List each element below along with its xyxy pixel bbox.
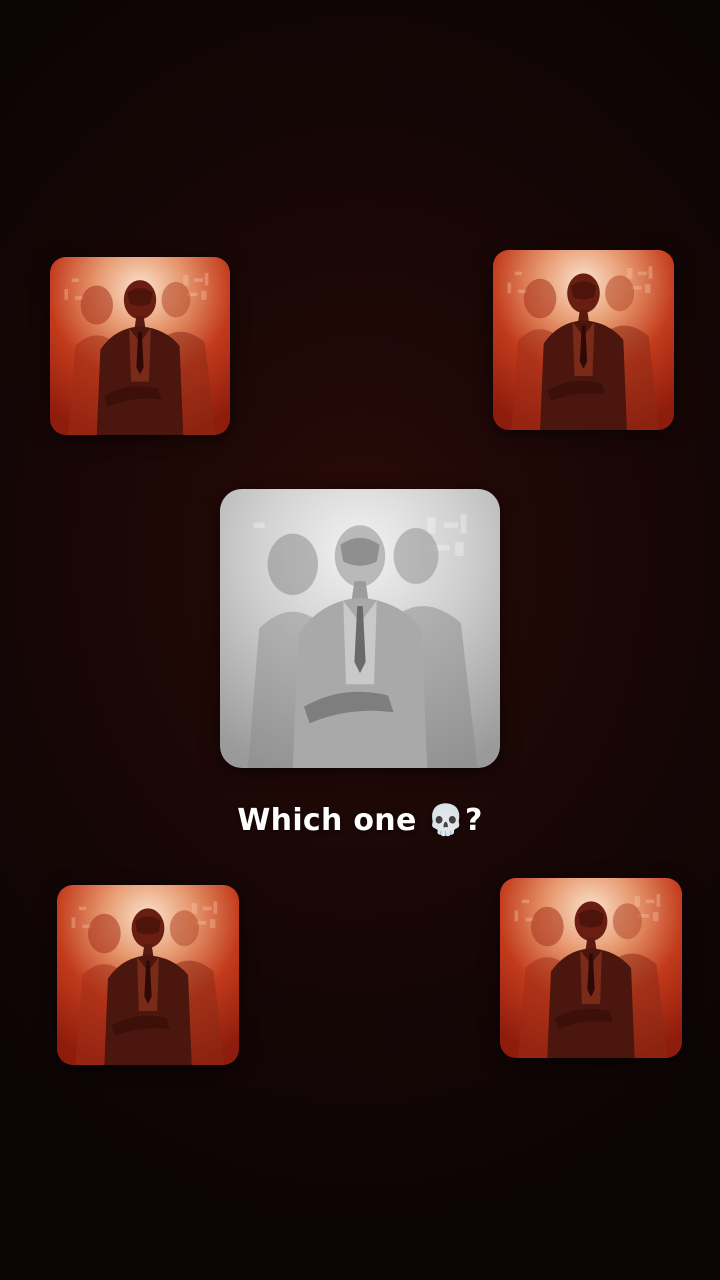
caption-text: Which one — [237, 803, 417, 838]
masked-figure-poster-red-icon — [500, 878, 682, 1058]
masked-figure-poster-gray-icon — [220, 489, 500, 768]
masked-figure-poster-red-icon — [57, 885, 239, 1065]
poster-tile-top-left[interactable] — [50, 257, 230, 435]
masked-figure-poster-red-icon — [50, 257, 230, 435]
question-caption: Which one 💀? — [0, 803, 720, 838]
poster-tile-top-right[interactable] — [493, 250, 674, 430]
poster-tile-bottom-right[interactable] — [500, 878, 682, 1058]
caption-suffix: ? — [465, 803, 483, 838]
skull-emoji-icon: 💀 — [427, 803, 466, 838]
poster-tile-bottom-left[interactable] — [57, 885, 239, 1065]
poster-tile-center[interactable] — [220, 489, 500, 768]
masked-figure-poster-red-icon — [493, 250, 674, 430]
